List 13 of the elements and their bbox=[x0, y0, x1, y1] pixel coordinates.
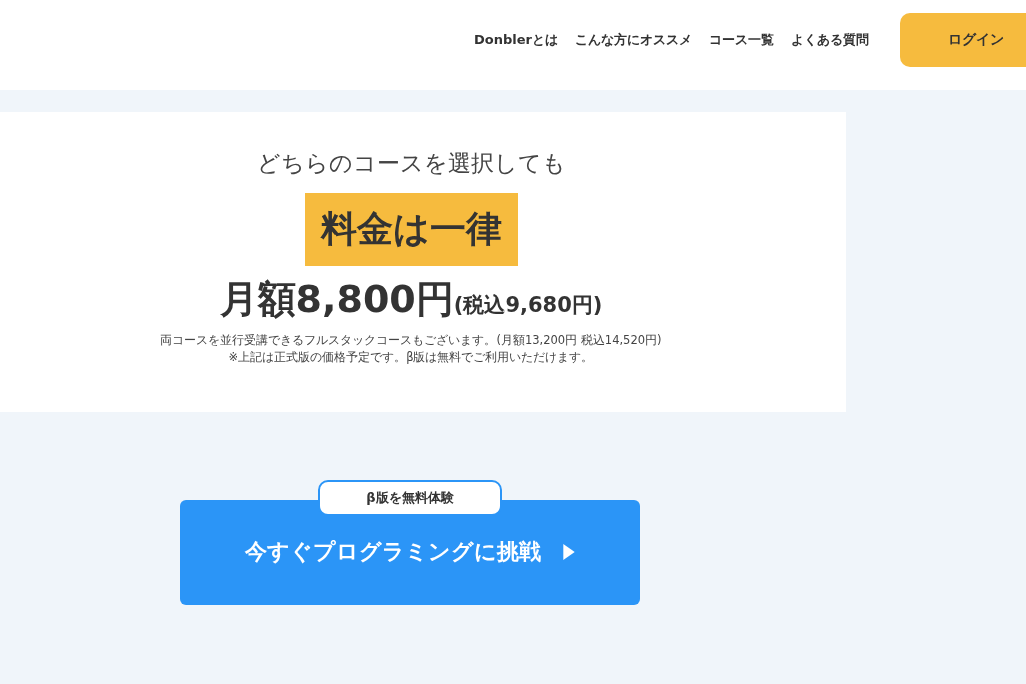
nav-link[interactable]: こんな方にオススメ bbox=[575, 31, 692, 49]
note-text: ※上記は正式版の価格予定です。β版は無料でご利用いただけます。 bbox=[228, 350, 594, 365]
price-tax-text: (税込9,680円) bbox=[453, 292, 603, 319]
price-text: 月額8,800円 bbox=[219, 276, 454, 323]
headline-highlight: 料金は一律 bbox=[304, 193, 518, 266]
play-arrow-icon bbox=[563, 544, 575, 560]
note-text: 両コースを並行受講できるフルスタックコースもございます。(月額13,200円 税込14,520円) bbox=[160, 333, 662, 348]
login-button[interactable]: ログイン bbox=[900, 13, 1026, 67]
trial-badge: β版を無料体験 bbox=[318, 480, 502, 516]
nav-link[interactable]: よくある質問 bbox=[791, 31, 869, 49]
nav-link[interactable]: Donblerとは bbox=[474, 31, 558, 49]
lead-text: どちらのコースを選択しても bbox=[256, 149, 566, 178]
nav-link[interactable]: コース一覧 bbox=[709, 31, 774, 49]
